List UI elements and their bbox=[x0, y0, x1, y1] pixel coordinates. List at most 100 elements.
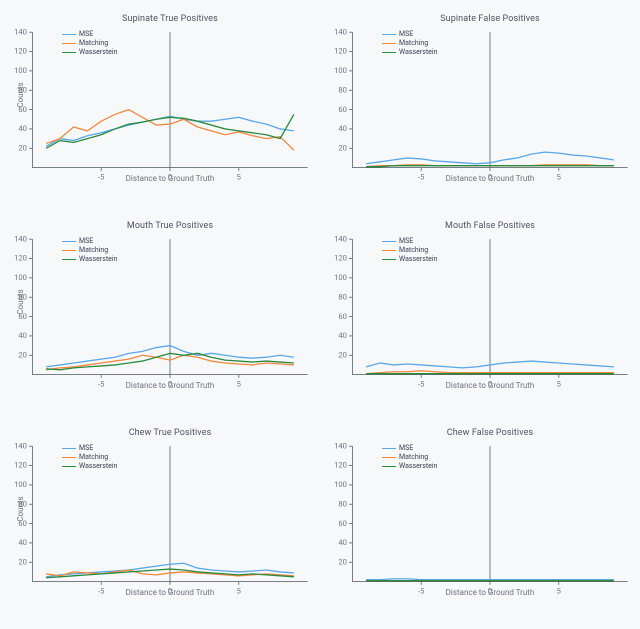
svg-text:20: 20 bbox=[18, 557, 27, 566]
legend-swatch bbox=[62, 448, 76, 449]
svg-text:140: 140 bbox=[14, 234, 27, 243]
svg-text:80: 80 bbox=[338, 85, 347, 94]
legend-swatch bbox=[382, 448, 396, 449]
legend-item: MSE bbox=[62, 237, 117, 246]
plot-area: Counts20406080100120140-505MSEMatchingWa… bbox=[28, 444, 312, 574]
svg-text:140: 140 bbox=[334, 27, 347, 36]
svg-text:120: 120 bbox=[14, 47, 27, 56]
svg-text:0: 0 bbox=[168, 380, 172, 389]
chart-title: Mouth True Positives bbox=[28, 221, 312, 231]
plot-area: 20406080100120140-505MSEMatchingWasserst… bbox=[348, 30, 632, 160]
svg-text:0: 0 bbox=[168, 587, 172, 596]
legend-label: Matching bbox=[79, 453, 108, 462]
svg-text:40: 40 bbox=[338, 124, 347, 133]
chart-title: Supinate True Positives bbox=[28, 14, 312, 24]
legend-item: Wasserstein bbox=[382, 255, 437, 264]
legend-label: MSE bbox=[79, 30, 93, 39]
chart-panel-5: Chew False Positives 20406080100120140-50… bbox=[320, 422, 640, 629]
legend-item: Wasserstein bbox=[62, 255, 117, 264]
svg-text:40: 40 bbox=[18, 331, 27, 340]
svg-text:60: 60 bbox=[338, 105, 347, 114]
svg-text:20: 20 bbox=[338, 143, 347, 152]
svg-text:100: 100 bbox=[334, 66, 347, 75]
legend-swatch bbox=[62, 250, 76, 251]
legend-swatch bbox=[382, 34, 396, 35]
legend-swatch bbox=[62, 457, 76, 458]
legend-swatch bbox=[382, 466, 396, 467]
svg-text:60: 60 bbox=[338, 519, 347, 528]
svg-text:60: 60 bbox=[18, 312, 27, 321]
svg-text:140: 140 bbox=[334, 234, 347, 243]
legend: MSEMatchingWasserstein bbox=[382, 237, 437, 264]
svg-text:-5: -5 bbox=[98, 173, 104, 182]
svg-text:5: 5 bbox=[237, 380, 241, 389]
svg-text:100: 100 bbox=[14, 273, 27, 282]
legend: MSEMatchingWasserstein bbox=[62, 444, 117, 471]
legend-label: MSE bbox=[399, 30, 413, 39]
chart-panel-1: Supinate False Positives2040608010012014… bbox=[320, 8, 640, 215]
svg-text:20: 20 bbox=[18, 350, 27, 359]
legend-label: Matching bbox=[79, 39, 108, 48]
svg-text:40: 40 bbox=[18, 124, 27, 133]
svg-text:80: 80 bbox=[338, 499, 347, 508]
legend-label: MSE bbox=[79, 444, 93, 453]
chart-panel-4: Chew True PositivesCounts204060801001201… bbox=[0, 422, 320, 629]
legend-swatch bbox=[62, 34, 76, 35]
chart-panel-2: Mouth True PositivesCounts20406080100120… bbox=[0, 215, 320, 422]
legend-label: MSE bbox=[399, 237, 413, 246]
svg-text:5: 5 bbox=[237, 173, 241, 182]
plot-area: 20406080100120140-505MSEMatchingWasserst… bbox=[348, 444, 632, 574]
chart-panel-0: Supinate True Positives Counts20406080100… bbox=[0, 8, 320, 215]
legend-swatch bbox=[62, 43, 76, 44]
svg-text:20: 20 bbox=[338, 557, 347, 566]
legend-label: Matching bbox=[399, 453, 428, 462]
chart-title: Chew False Positives bbox=[348, 428, 632, 438]
svg-text:40: 40 bbox=[338, 538, 347, 547]
svg-text:100: 100 bbox=[334, 273, 347, 282]
plot-area: Counts20406080100120140-505MSEMatchingWa… bbox=[28, 30, 312, 160]
svg-text:-5: -5 bbox=[98, 587, 104, 596]
svg-text:120: 120 bbox=[14, 254, 27, 263]
svg-text:40: 40 bbox=[18, 538, 27, 547]
legend-item: Wasserstein bbox=[62, 48, 117, 57]
legend-item: Matching bbox=[382, 453, 437, 462]
svg-text:5: 5 bbox=[557, 173, 561, 182]
legend-item: MSE bbox=[382, 30, 437, 39]
svg-text:80: 80 bbox=[338, 292, 347, 301]
legend-item: Matching bbox=[62, 246, 117, 255]
svg-text:120: 120 bbox=[14, 461, 27, 470]
svg-text:60: 60 bbox=[18, 105, 27, 114]
plot-area: 20406080100120140-505MSEMatchingWasserst… bbox=[348, 237, 632, 367]
legend-item: Matching bbox=[62, 453, 117, 462]
svg-text:60: 60 bbox=[338, 312, 347, 321]
legend-label: Wasserstein bbox=[399, 462, 437, 471]
legend-swatch bbox=[382, 457, 396, 458]
svg-text:140: 140 bbox=[334, 441, 347, 450]
legend-label: Matching bbox=[399, 39, 428, 48]
chart-panel-3: Mouth False Positives 20406080100120140-5… bbox=[320, 215, 640, 422]
svg-text:0: 0 bbox=[488, 587, 492, 596]
legend-item: Wasserstein bbox=[62, 462, 117, 471]
svg-text:80: 80 bbox=[18, 499, 27, 508]
legend-label: MSE bbox=[399, 444, 413, 453]
legend-label: Matching bbox=[79, 246, 108, 255]
legend-swatch bbox=[62, 259, 76, 260]
legend-item: MSE bbox=[382, 444, 437, 453]
svg-text:120: 120 bbox=[334, 47, 347, 56]
legend-item: Wasserstein bbox=[382, 48, 437, 57]
legend-label: Wasserstein bbox=[79, 255, 117, 264]
svg-text:0: 0 bbox=[488, 173, 492, 182]
legend: MSEMatchingWasserstein bbox=[382, 30, 437, 57]
legend-swatch bbox=[382, 52, 396, 53]
legend-label: Wasserstein bbox=[79, 48, 117, 57]
svg-text:120: 120 bbox=[334, 461, 347, 470]
svg-text:20: 20 bbox=[338, 350, 347, 359]
legend-item: Matching bbox=[62, 39, 117, 48]
legend-label: Matching bbox=[399, 246, 428, 255]
svg-text:80: 80 bbox=[18, 292, 27, 301]
legend-item: Matching bbox=[382, 246, 437, 255]
svg-text:-5: -5 bbox=[98, 380, 104, 389]
svg-text:100: 100 bbox=[14, 66, 27, 75]
chart-title: Mouth False Positives bbox=[348, 221, 632, 231]
legend-label: Wasserstein bbox=[79, 462, 117, 471]
